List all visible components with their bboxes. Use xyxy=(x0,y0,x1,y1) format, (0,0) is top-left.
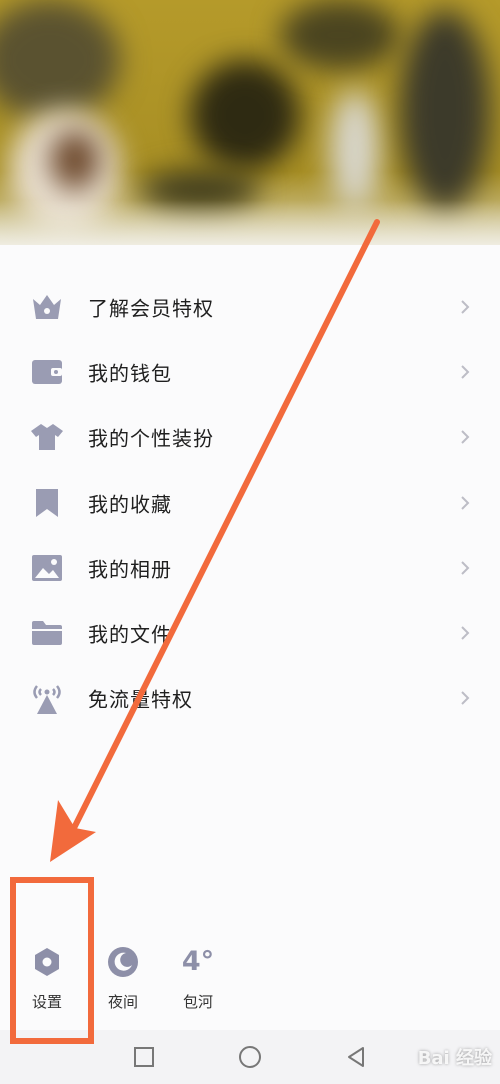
watermark: Bai 经验 xyxy=(417,1048,492,1069)
annotation-arrow xyxy=(50,219,380,862)
